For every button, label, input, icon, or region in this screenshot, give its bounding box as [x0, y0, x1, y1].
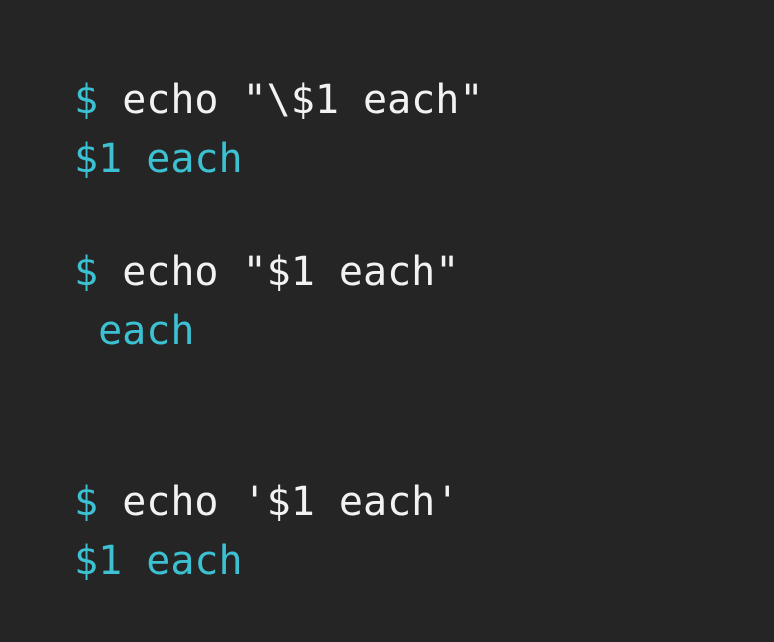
- prompt-symbol: $: [74, 479, 99, 525]
- terminal-pane: $ echo "\$1 each" $1 each $ echo "$1 eac…: [0, 0, 774, 642]
- command-text: echo "\$1 each": [122, 77, 484, 123]
- command-output: $1 each: [74, 136, 243, 182]
- command-line: $ echo "$1 each": [74, 248, 459, 296]
- prompt-symbol: $: [74, 77, 99, 123]
- command-line: $ echo '$1 each': [74, 478, 459, 526]
- command-text: echo "$1 each": [122, 249, 460, 295]
- command-text: echo '$1 each': [122, 479, 460, 525]
- command-output: each: [74, 308, 195, 354]
- command-output: $1 each: [74, 538, 243, 584]
- command-line: $ echo "\$1 each": [74, 76, 483, 124]
- prompt-symbol: $: [74, 249, 99, 295]
